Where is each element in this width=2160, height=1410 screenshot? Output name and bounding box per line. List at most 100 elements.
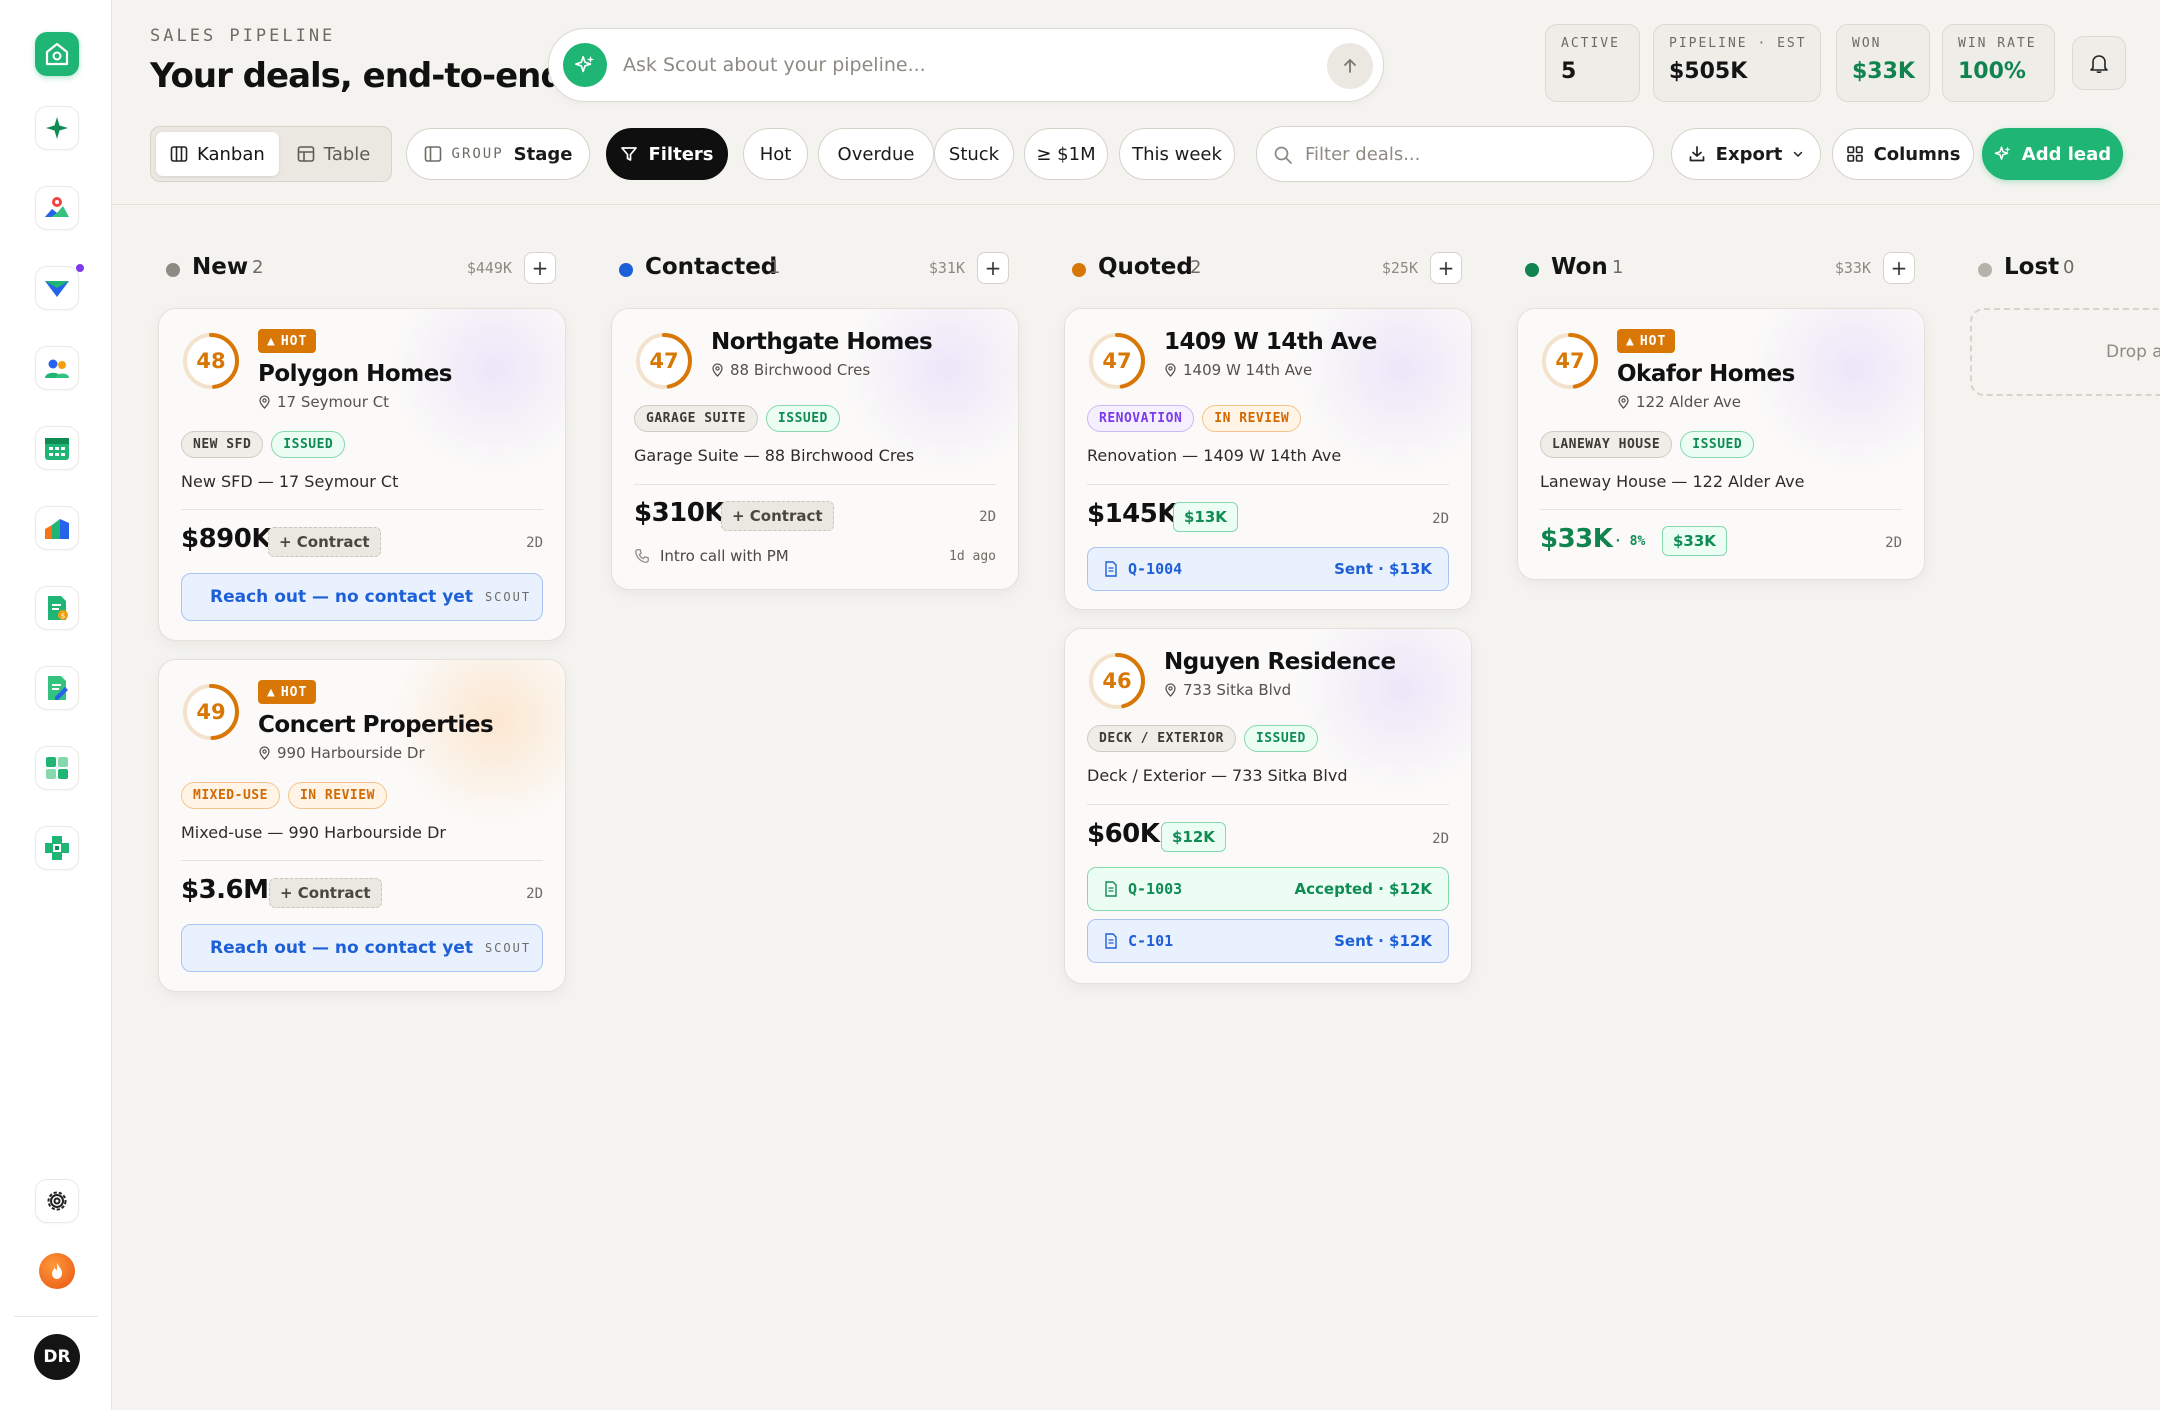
add-to-column-button[interactable]: +	[1430, 252, 1462, 284]
add-to-column-button[interactable]: +	[524, 252, 556, 284]
nav-calendar[interactable]	[35, 426, 79, 470]
ask-scout-input[interactable]: Ask Scout about your pipeline...	[548, 28, 1384, 102]
add-contract-button[interactable]: + Contract	[268, 527, 381, 557]
card-divider	[181, 860, 543, 861]
deal-name: Nguyen Residence	[1164, 649, 1396, 675]
location-pin-icon	[259, 746, 270, 760]
quick-filter-overdue[interactable]: Overdue	[818, 128, 934, 180]
flame-icon: ▲	[267, 684, 276, 700]
add-lead-button[interactable]: Add lead	[1982, 128, 2123, 180]
quick-filter-label: Hot	[759, 143, 792, 165]
permit-status-tag: ISSUED	[271, 431, 346, 458]
deal-card-polygon-homes[interactable]: 48 ▲ HOT Polygon Homes 17 Seymour Ct NEW …	[158, 308, 566, 641]
view-table-button[interactable]: Table	[283, 132, 385, 176]
nav-documents[interactable]	[35, 666, 79, 710]
home-logo-icon	[45, 42, 69, 66]
lead-score: 47	[649, 349, 679, 373]
quoted-amount-chip: $13K	[1173, 502, 1238, 532]
view-kanban-button[interactable]: Kanban	[156, 132, 279, 176]
lead-score: 47	[1555, 349, 1585, 373]
deal-description: Renovation — 1409 W 14th Ave	[1087, 446, 1342, 465]
columns-layout-icon	[424, 146, 441, 162]
deal-card-concert-properties[interactable]: 49 ▲ HOT Concert Properties 990 Harboursi…	[158, 659, 566, 992]
quick-filter-stuck[interactable]: Stuck	[934, 128, 1014, 180]
deal-tags: NEW SFD ISSUED	[181, 431, 346, 458]
deal-card-okafor-homes[interactable]: 47 ▲ HOT Okafor Homes 122 Alder Ave LANEW…	[1517, 308, 1925, 580]
quote-document-row[interactable]: Q-1004 Sent · $13K	[1087, 547, 1449, 591]
deal-card-nguyen-residence[interactable]: 46 Nguyen Residence 733 Sitka Blvd DECK …	[1064, 628, 1472, 984]
phone-icon	[635, 549, 649, 563]
nav-map[interactable]	[35, 186, 79, 230]
hot-label: HOT	[280, 684, 308, 700]
view-kanban-label: Kanban	[197, 143, 265, 165]
app-logo-icon[interactable]	[35, 32, 79, 76]
rail-divider	[14, 1316, 98, 1317]
document-id: Q-1004	[1128, 560, 1183, 578]
deal-age: 2D	[1885, 535, 1902, 551]
column-header-lost: Lost 0	[1978, 254, 2160, 284]
group-by-select[interactable]: GROUP Stage	[406, 128, 590, 180]
column-count: 2	[1190, 257, 1202, 278]
scout-action-button[interactable]: Reach out — no contact yet SCOUT	[181, 924, 543, 972]
add-contract-button[interactable]: + Contract	[721, 501, 834, 531]
contract-document-row[interactable]: C-101 Sent · $12K	[1087, 919, 1449, 963]
stat-value: 5	[1561, 59, 1577, 84]
notifications-button[interactable]	[2072, 36, 2126, 90]
quick-filter-1m[interactable]: ≥ $1M	[1024, 128, 1108, 180]
bar-chart-icon	[45, 519, 69, 539]
location-pin-icon	[1165, 363, 1176, 377]
filters-button[interactable]: Filters	[606, 128, 728, 180]
nav-invoices[interactable]: $	[35, 586, 79, 630]
nav-apps[interactable]	[35, 746, 79, 790]
deal-description: Garage Suite — 88 Birchwood Cres	[634, 446, 915, 465]
send-button[interactable]	[1327, 43, 1373, 89]
stat-label: ACTIVE	[1561, 36, 1620, 51]
deal-address-text: 1409 W 14th Ave	[1183, 361, 1313, 379]
map-pin-icon	[45, 197, 69, 217]
user-avatar[interactable]: DR	[34, 1334, 80, 1380]
nav-settings[interactable]	[35, 1179, 79, 1223]
card-divider	[1087, 484, 1449, 485]
bell-icon	[2090, 55, 2108, 74]
streak-flame-icon[interactable]	[39, 1253, 75, 1289]
deal-card-1409-w-14th[interactable]: 47 1409 W 14th Ave 1409 W 14th Ave RENOV…	[1064, 308, 1472, 610]
columns-button[interactable]: Columns	[1832, 128, 1974, 180]
filter-icon	[621, 147, 638, 161]
scout-sparkle-icon	[563, 43, 607, 87]
quote-document-row[interactable]: Q-1003 Accepted · $12K	[1087, 867, 1449, 911]
ask-placeholder: Ask Scout about your pipeline...	[623, 54, 926, 76]
drop-zone-lost[interactable]: Drop a	[1970, 308, 2160, 396]
nav-inbox[interactable]	[35, 264, 84, 310]
card-divider	[634, 484, 996, 485]
add-contract-button[interactable]: + Contract	[269, 878, 382, 908]
nav-contacts[interactable]	[35, 346, 79, 390]
deal-address: 122 Alder Ave	[1617, 393, 1741, 411]
type-tag: DECK / EXTERIOR	[1087, 725, 1236, 752]
add-to-column-button[interactable]: +	[977, 252, 1009, 284]
location-pin-icon	[259, 395, 270, 409]
nav-scout-ai[interactable]	[35, 106, 79, 150]
export-button[interactable]: Export	[1671, 128, 1821, 180]
scout-action-button[interactable]: Reach out — no contact yet SCOUT	[181, 573, 543, 621]
permit-status-tag: ISSUED	[1243, 725, 1318, 752]
add-to-column-button[interactable]: +	[1883, 252, 1915, 284]
location-pin-icon	[1165, 683, 1176, 697]
deal-card-northgate-homes[interactable]: 47 Northgate Homes 88 Birchwood Cres GAR…	[611, 308, 1019, 590]
stat-win-rate: WIN RATE 100%	[1942, 24, 2055, 102]
sparkle-icon	[1994, 146, 2011, 160]
deal-name: Polygon Homes	[258, 361, 453, 387]
win-percentage: · 8%	[1614, 534, 1646, 549]
nav-reports[interactable]	[35, 506, 79, 550]
stat-value: $33K	[1852, 59, 1915, 84]
quick-filter-hot[interactable]: Hot	[743, 128, 808, 180]
stat-active: ACTIVE 5	[1545, 24, 1640, 102]
column-title: Contacted	[645, 254, 778, 280]
columns-label: Columns	[1873, 143, 1961, 165]
deal-address-text: 733 Sitka Blvd	[1183, 681, 1292, 699]
quick-filter-this-week[interactable]: This week	[1119, 128, 1235, 180]
deal-age: 2D	[526, 535, 543, 551]
filter-deals-input[interactable]: Filter deals...	[1256, 126, 1654, 182]
nav-integrations[interactable]	[35, 826, 79, 870]
deal-description: New SFD — 17 Seymour Ct	[181, 472, 399, 491]
scout-action-label: Reach out — no contact yet	[210, 938, 473, 958]
